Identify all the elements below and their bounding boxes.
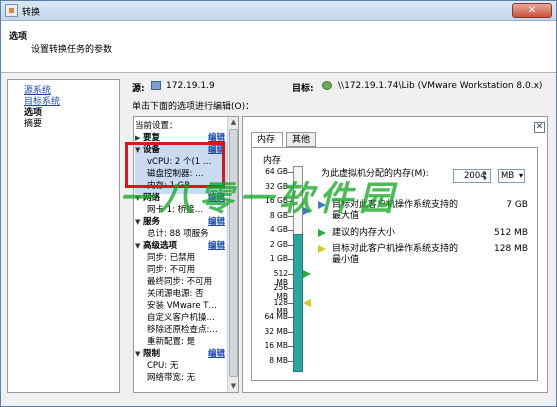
settings-item: 安装 VMware T… (135, 299, 231, 311)
gauge-tick-label: 2 GB (269, 239, 288, 249)
scroll-thumb[interactable] (229, 129, 238, 377)
legend-min-value: 128 MB (494, 244, 528, 254)
settings-item: 总计: 88 项服务 (135, 227, 231, 239)
instruction-text: 单击下面的选项进行编辑(O)： (132, 102, 255, 112)
window-title: 转换 (22, 8, 41, 18)
app-icon (5, 4, 18, 17)
destination-label: 目标: (292, 84, 314, 94)
gauge-tick-label: 32 MB (264, 326, 288, 336)
edit-link[interactable]: 编辑 (208, 239, 225, 251)
collapse-arrow-icon[interactable]: ▼ (135, 242, 143, 250)
tab-memory[interactable]: 内存 (251, 132, 283, 147)
settings-scrollbar[interactable]: ▲ ▼ (227, 117, 238, 392)
min-memory-marker (303, 298, 311, 307)
settings-row-text: 安装 VMware T… (147, 301, 217, 311)
gauge-tick (288, 230, 293, 231)
gauge-tick-label: 1 GB (269, 254, 288, 263)
recommended-memory-marker (303, 269, 311, 278)
collapse-arrow-icon[interactable]: ▼ (135, 350, 143, 358)
gauge-tick-label: 64 MB (264, 312, 288, 321)
source-value: 172.19.1.9 (166, 81, 215, 91)
gauge-tick-label: 16 MB (264, 341, 288, 350)
scroll-down-icon[interactable]: ▼ (229, 382, 238, 391)
settings-row-text: CPU: 无 (147, 361, 179, 371)
page-header: 选项 设置转换任务的参数 (1, 21, 556, 73)
settings-item: 网络带宽: 无 (135, 371, 231, 383)
title-bar: 转换 ✕ (1, 1, 556, 21)
settings-item: CPU: 无 (135, 359, 231, 371)
settings-row-text: 最终同步: 不可用 (147, 277, 213, 287)
settings-row-text: 关闭源电源: 否 (147, 289, 204, 299)
watermark-text: 一八零一软件园 (119, 179, 399, 219)
expand-arrow-icon[interactable]: ▶ (135, 134, 143, 142)
converter-window: 转换 ✕ 选项 设置转换任务的参数 源系统 目标系统 选项 摘要 源: 172.… (0, 0, 557, 407)
page-title: 选项 (9, 32, 28, 42)
wizard-nav: 源系统 目标系统 选项 摘要 (7, 79, 120, 393)
settings-row-text: 移除还原检查点:… (147, 325, 218, 335)
settings-item: 移除还原检查点:… (135, 323, 231, 335)
legend-recommended: 建议的内存大小 512 MB (318, 228, 528, 240)
close-icon[interactable]: ✕ (534, 122, 545, 133)
settings-row-text: 网络带宽: 无 (147, 373, 196, 383)
green-triangle-icon (318, 229, 326, 237)
settings-row-text: 自定义客户机操… (147, 313, 216, 323)
settings-section[interactable]: ▼ 限制 编辑 (135, 347, 231, 359)
destination-value: \\172.19.1.74\Lib (VMware Workstation 8.… (338, 81, 543, 91)
edit-link[interactable]: 编辑 (208, 347, 225, 359)
settings-row-text: 同步: 已禁用 (147, 253, 196, 263)
memory-unit-select[interactable]: MB (498, 169, 525, 183)
settings-item: 重新配置: 是 (135, 335, 231, 347)
nav-item-summary: 摘要 (24, 119, 43, 129)
gauge-tick-label: 8 MB (269, 355, 288, 365)
settings-section[interactable]: ▼ 高级选项 编辑 (135, 239, 231, 251)
legend-min: 目标对此客户机操作系统支持的最小值 128 MB (318, 244, 528, 268)
settings-row-text: 高级选项 (143, 241, 178, 251)
source-label: 源: (132, 84, 145, 94)
legend-recommended-value: 512 MB (494, 228, 528, 238)
settings-row-text: 总计: 88 项服务 (147, 229, 209, 239)
settings-item: 同步: 已禁用 (135, 251, 231, 263)
settings-row-text: 同步: 不可用 (147, 265, 196, 275)
settings-row-text: 重新配置: 是 (147, 337, 196, 347)
legend-max-value: 7 GB (506, 200, 528, 210)
network-share-icon (322, 81, 332, 90)
page-subtitle: 设置转换任务的参数 (31, 45, 113, 55)
memory-section-label: 内存 (263, 156, 282, 166)
computer-icon (151, 81, 161, 90)
settings-heading: 当前设置： (135, 121, 178, 131)
yellow-triangle-icon (318, 245, 326, 253)
memory-gauge-fill (293, 234, 303, 372)
settings-item: 关闭源电源: 否 (135, 287, 231, 299)
window-close-button[interactable]: ✕ (512, 3, 552, 18)
scroll-up-icon[interactable]: ▲ (229, 118, 238, 127)
settings-item: 最终同步: 不可用 (135, 275, 231, 287)
memory-spinner[interactable]: ▲ ▼ (483, 170, 490, 182)
legend-min-text: 目标对此客户机操作系统支持的最小值 (332, 244, 459, 265)
tab-other[interactable]: 其他 (286, 132, 316, 147)
legend-recommended-text: 建议的内存大小 (332, 228, 396, 238)
settings-row-text: 限制 (143, 349, 161, 359)
settings-item: 自定义客户机操… (135, 311, 231, 323)
gauge-tick-label: 4 GB (269, 225, 288, 234)
settings-item: 同步: 不可用 (135, 263, 231, 275)
